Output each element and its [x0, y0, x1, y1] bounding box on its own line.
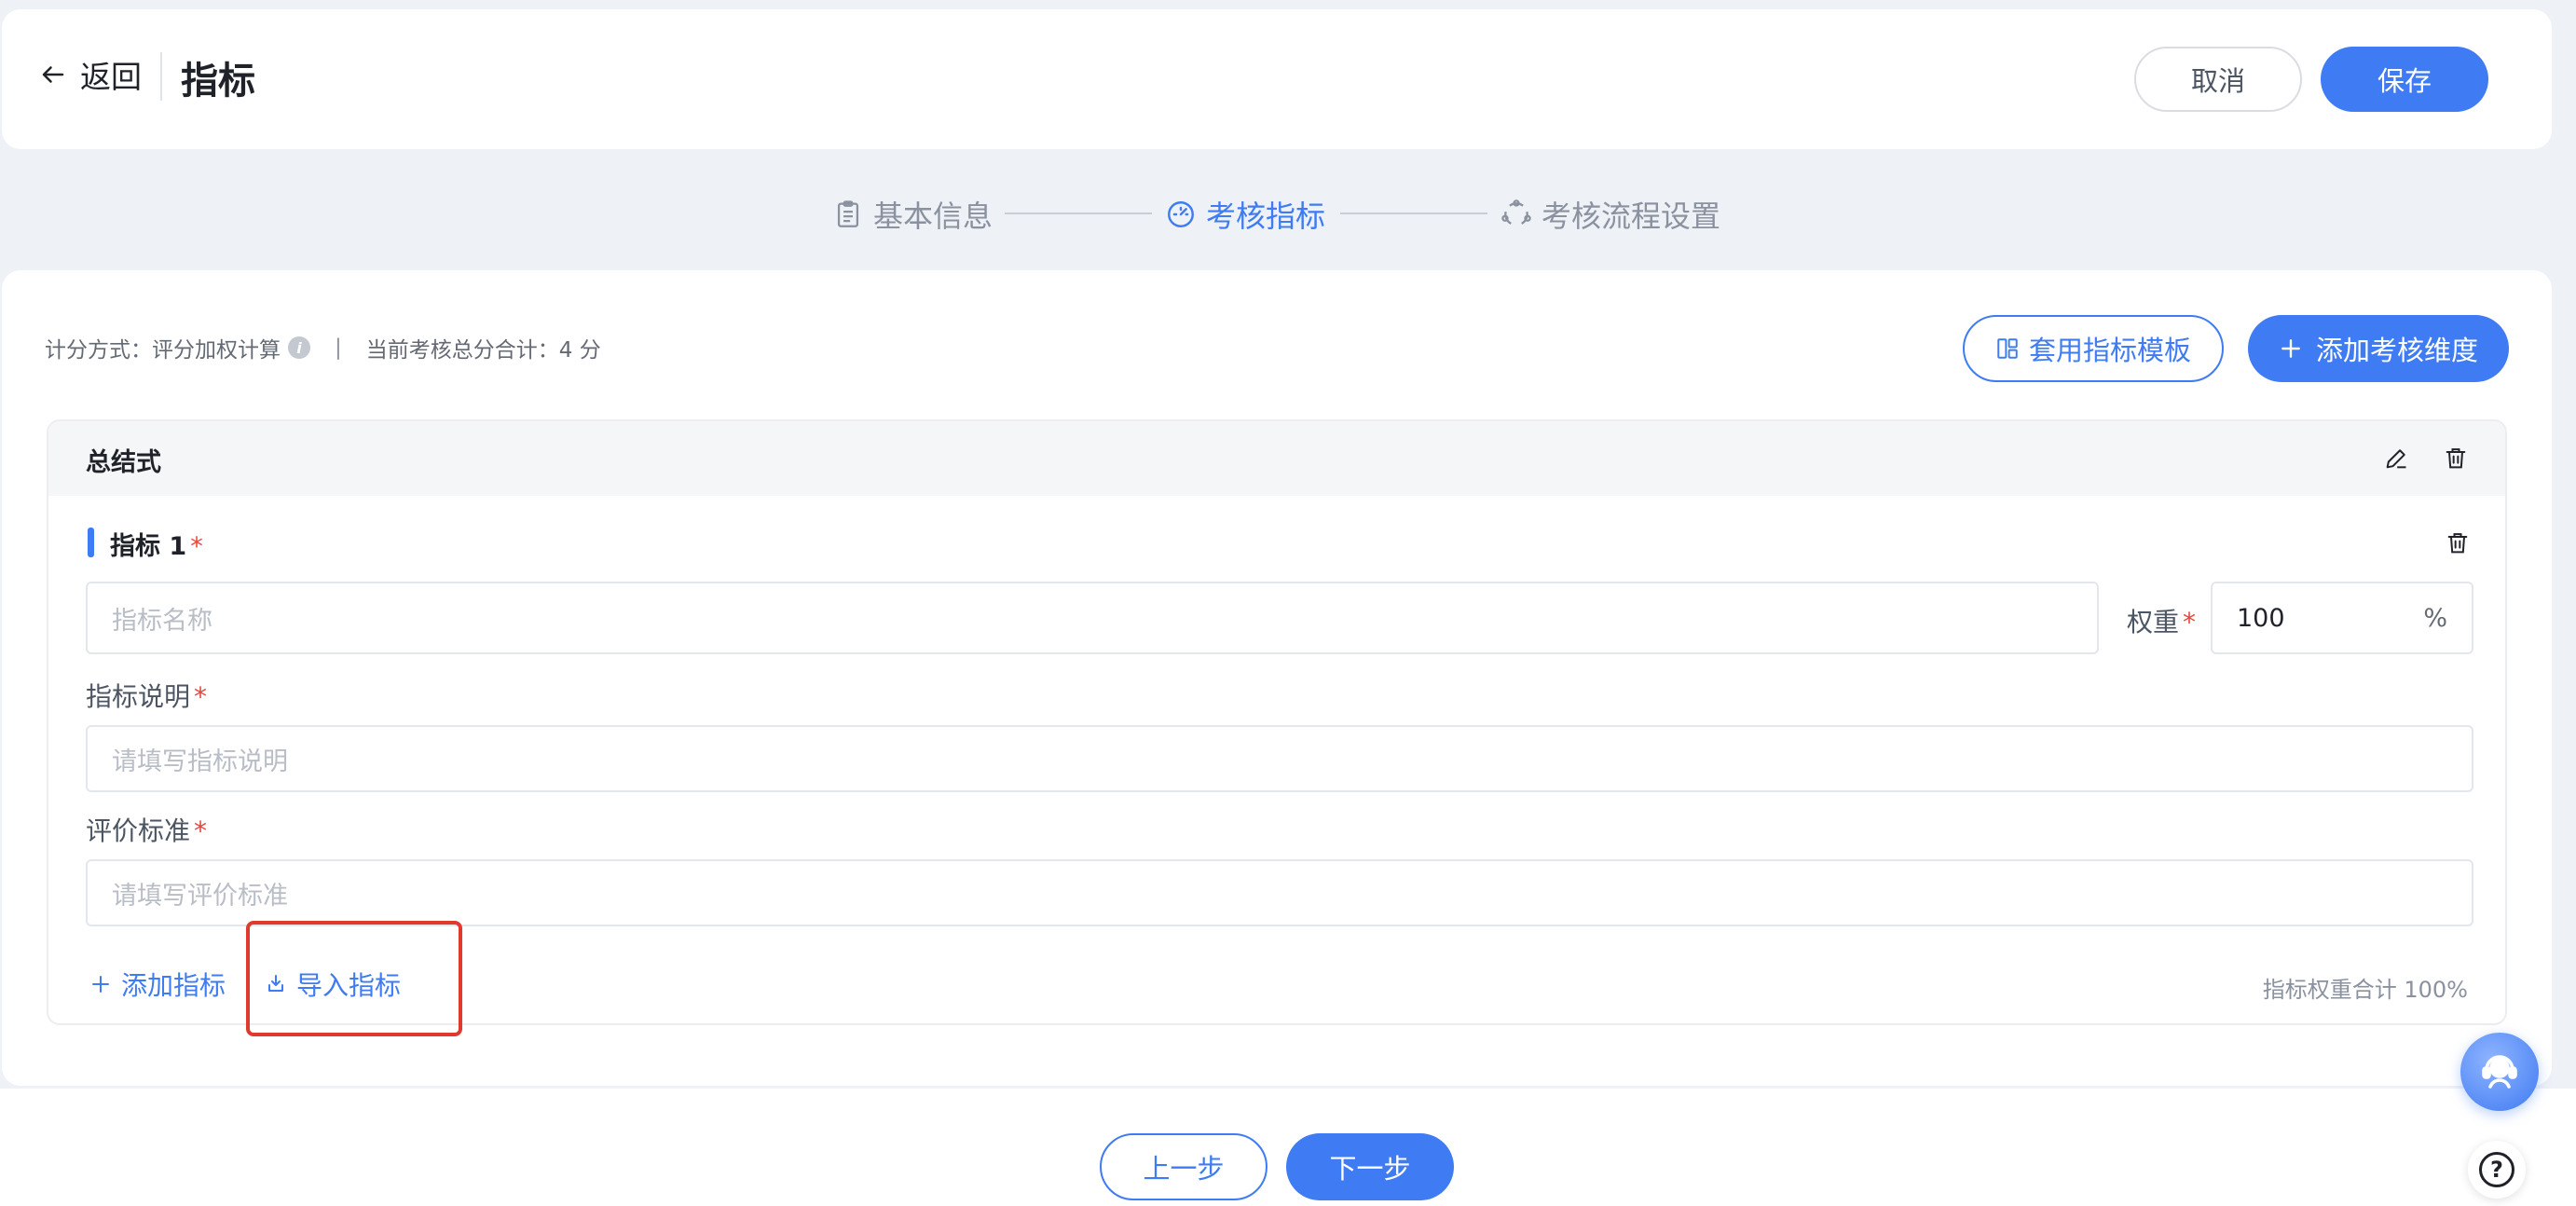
- next-step-button[interactable]: 下一步: [1286, 1133, 1454, 1200]
- score-summary: 计分方式：评分加权计算 i | 当前考核总分合计：4 分: [45, 332, 601, 363]
- clipboard-icon: [837, 200, 859, 227]
- description-label: 指标说明 *: [86, 677, 207, 714]
- standard-label-text: 评价标准: [86, 815, 191, 846]
- cancel-button[interactable]: 取消: [2134, 47, 2302, 112]
- step-label: 考核指标: [1206, 199, 1326, 234]
- dimension-header: 总结式: [48, 421, 2505, 496]
- add-dimension-button[interactable]: 添加考核维度: [2248, 315, 2509, 382]
- apply-template-button[interactable]: 套用指标模板: [1963, 315, 2224, 382]
- weight-input[interactable]: 100 %: [2211, 582, 2473, 654]
- weight-label-text: 权重: [2127, 607, 2180, 637]
- edit-dimension-button[interactable]: [2380, 443, 2412, 474]
- step-indicator: 基本信息 考核指标 考核流程设置: [0, 186, 2576, 242]
- required-mark: *: [190, 532, 203, 561]
- back-button[interactable]: 返回: [39, 47, 142, 103]
- arrow-left-icon: [42, 66, 64, 83]
- customer-service-button[interactable]: [2460, 1033, 2539, 1111]
- step-assessment-indicators[interactable]: 考核指标: [1165, 186, 1325, 242]
- weight-label: 权重 *: [2127, 602, 2196, 639]
- step-basic-info[interactable]: 基本信息: [832, 186, 993, 242]
- weight-total: 指标权重合计 100%: [2262, 977, 2468, 1003]
- header-divider: [160, 52, 162, 101]
- prev-step-button[interactable]: 上一步: [1100, 1133, 1267, 1200]
- indicator-accent-bar: [88, 528, 94, 557]
- standard-placeholder: 请填写评价标准: [112, 881, 288, 911]
- description-input[interactable]: 请填写指标说明: [86, 725, 2473, 792]
- highlight-box: [246, 921, 462, 1036]
- step-label: 基本信息: [873, 199, 993, 234]
- save-button[interactable]: 保存: [2321, 47, 2488, 112]
- dimension-block: 总结式 指标 1 * 指标名称 权重 * 100 % 指标说明 * 请填写指标说…: [47, 419, 2507, 1036]
- indicator-title-text: 指标 1: [110, 532, 187, 561]
- calc-method-text: 计分方式：评分加权计算: [45, 338, 281, 363]
- page-header: 返回 指标 取消 保存: [2, 9, 2552, 149]
- plus-icon: [92, 976, 109, 993]
- required-mark: *: [194, 681, 208, 712]
- step-flow-settings[interactable]: 考核流程设置: [1500, 186, 1720, 242]
- standard-label: 评价标准 *: [86, 811, 207, 848]
- step-connector: [1005, 212, 1152, 214]
- apply-template-label: 套用指标模板: [2028, 335, 2191, 366]
- plus-icon: [2281, 339, 2300, 358]
- delete-indicator-button[interactable]: [2442, 528, 2473, 559]
- flow-cycle-icon: [1501, 199, 1531, 225]
- total-score-text: 当前考核总分合计：4 分: [365, 338, 601, 363]
- standard-input[interactable]: 请填写评价标准: [86, 859, 2473, 926]
- required-mark: *: [2183, 607, 2197, 637]
- dimension-title: 总结式: [86, 448, 161, 477]
- step-label: 考核流程设置: [1541, 199, 1721, 234]
- info-icon[interactable]: i: [288, 336, 310, 359]
- separator: |: [335, 336, 342, 360]
- help-button[interactable]: ?: [2468, 1141, 2526, 1199]
- headset-icon: [2482, 1055, 2517, 1089]
- gauge-icon: [1168, 201, 1194, 227]
- trash-icon: [2446, 448, 2466, 469]
- add-indicator-link[interactable]: 添加指标: [89, 966, 226, 1003]
- weight-unit: %: [2423, 603, 2447, 633]
- help-icon: ?: [2479, 1152, 2514, 1187]
- add-dimension-label: 添加考核维度: [2315, 335, 2478, 366]
- edit-icon: [2386, 449, 2406, 469]
- add-indicator-label: 添加指标: [121, 970, 226, 1001]
- weight-value: 100: [2237, 603, 2285, 633]
- indicator-name-placeholder: 指标名称: [112, 606, 212, 636]
- back-label: 返回: [80, 59, 142, 95]
- page-title: 指标: [181, 60, 255, 103]
- indicator-title: 指标 1 *: [110, 526, 203, 562]
- description-label-text: 指标说明: [86, 681, 191, 712]
- indicator-name-input[interactable]: 指标名称: [86, 582, 2099, 654]
- template-icon: [1997, 338, 2018, 359]
- step-connector: [1340, 212, 1487, 214]
- trash-icon: [2447, 533, 2468, 554]
- footer-bar: [0, 1089, 2576, 1206]
- delete-dimension-button[interactable]: [2440, 443, 2472, 474]
- description-placeholder: 请填写指标说明: [112, 747, 288, 776]
- required-mark: *: [194, 815, 208, 846]
